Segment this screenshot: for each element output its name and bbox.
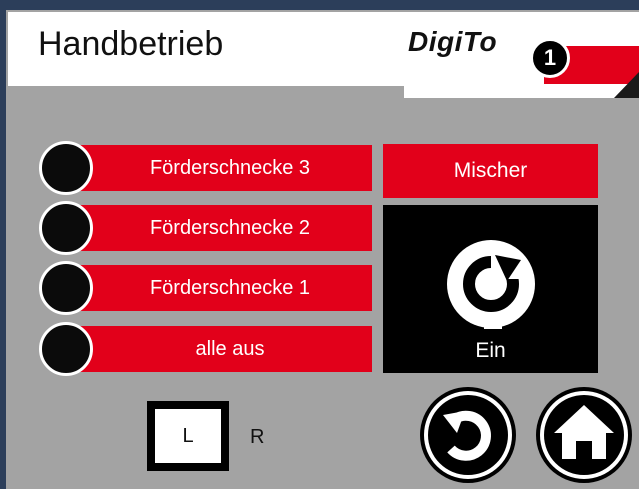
auger-3-label: Förderschnecke 3 (149, 156, 311, 179)
logo-arrow (614, 72, 639, 98)
mixer-toggle-button[interactable]: Ein (383, 205, 598, 373)
auger-3-button[interactable]: Förderschnecke 3 (68, 145, 372, 191)
page-number-badge: 1 (530, 38, 570, 78)
auger-2-status-indicator (39, 201, 93, 255)
all-off-button[interactable]: alle aus (68, 326, 372, 372)
auger-1-button[interactable]: Förderschnecke 1 (68, 265, 372, 311)
digitouch-logo: DigiTo (404, 12, 639, 98)
mixer-label: Mischer (453, 159, 528, 182)
mixer-state-label: Ein (475, 339, 506, 362)
auger-2-label: Förderschnecke 2 (149, 216, 311, 239)
all-off-label: alle aus (195, 337, 265, 360)
home-button[interactable] (530, 385, 639, 485)
mixer-header: Mischer (383, 144, 598, 198)
window-edge (0, 0, 6, 489)
logo-text: DigiTo (408, 26, 498, 57)
auger-3-status-indicator (39, 141, 93, 195)
rotate-icon (447, 240, 535, 329)
auger-1-status-indicator (39, 261, 93, 315)
left-option[interactable]: L (155, 409, 221, 463)
left-right-selector[interactable]: L (147, 401, 229, 471)
auger-2-button[interactable]: Förderschnecke 2 (68, 205, 372, 251)
back-icon (420, 387, 516, 483)
right-option[interactable]: R (250, 426, 264, 449)
back-button[interactable] (415, 385, 521, 485)
auger-1-label: Förderschnecke 1 (149, 276, 311, 299)
home-icon (536, 387, 632, 483)
all-off-status-indicator (39, 322, 93, 376)
page-title: Handbetrieb (38, 25, 224, 63)
